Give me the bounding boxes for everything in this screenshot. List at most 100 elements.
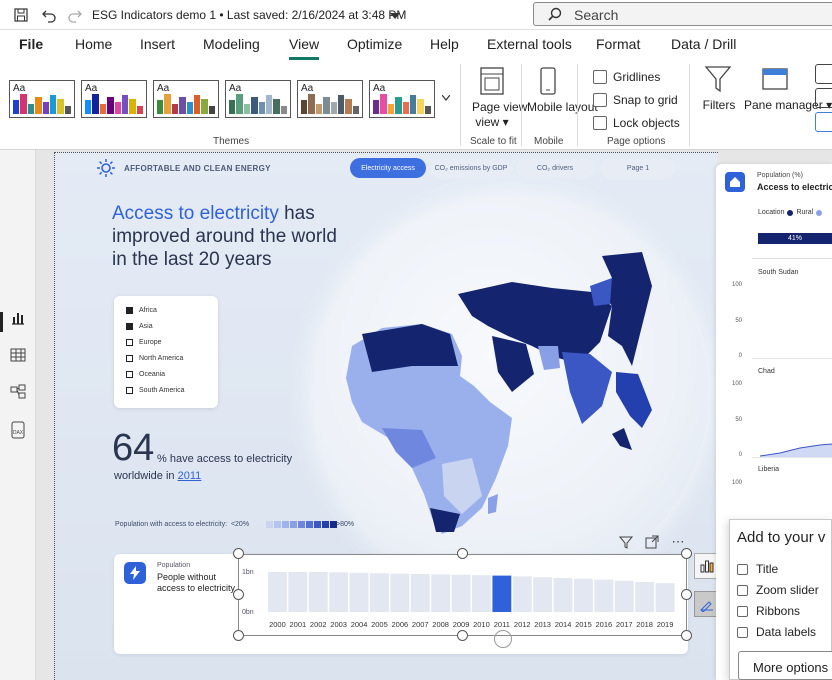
model-view-icon[interactable] [8,382,28,402]
bar-highlighted[interactable] [492,575,512,612]
bar[interactable] [512,576,532,612]
resize-handle-bottom-left[interactable] [233,630,244,641]
report-view-icon[interactable] [8,308,28,328]
menu-format[interactable]: Format [596,36,640,52]
mobile-layout-button[interactable]: Mobile layout [527,100,598,115]
rotate-handle[interactable] [494,630,512,648]
resize-handle-bottom[interactable] [457,630,468,641]
legend-item-asia[interactable]: Asia [126,323,153,330]
resize-handle-left[interactable] [233,589,244,600]
legend-checkbox[interactable] [126,387,133,394]
theme-swatch[interactable]: Aa [153,80,219,118]
gridlines-checkbox[interactable]: Gridlines [593,69,660,85]
checkbox-box[interactable] [737,605,748,617]
menu-insert[interactable]: Insert [140,36,175,52]
legend-item-oceania[interactable]: Oceania [126,371,165,378]
tab-co2-emissions[interactable]: CO₂ emissions by GDP [430,158,512,178]
bar[interactable] [451,574,471,612]
menu-modeling[interactable]: Modeling [203,36,260,52]
bar[interactable] [288,572,308,612]
lock-objects-checkbox[interactable]: Lock objects [593,115,680,131]
checkbox-box[interactable] [593,116,607,130]
bar[interactable] [329,572,349,612]
more-options-icon[interactable]: ⋯ [668,532,688,552]
people-without-access-bar-chart[interactable]: 1bn0bn2000 2001 2002 2003 2004 2005 2006 2007 20… [238,560,678,632]
dax-query-icon[interactable]: DAX [8,420,28,440]
legend-checkbox[interactable] [126,307,133,314]
legend-item-north-america[interactable]: North America [126,355,183,362]
legend-checkbox[interactable] [126,371,133,378]
bar[interactable] [594,579,614,612]
bar[interactable] [431,574,451,612]
page-view-button[interactable]: Page view view ▾ [472,100,527,130]
menu-optimize[interactable]: Optimize [347,36,402,52]
filter-funnel-icon[interactable] [704,64,732,94]
legend-item-south-america[interactable]: South America [126,387,185,394]
option-zoom-slider[interactable]: Zoom slider [737,583,819,597]
tab-page-1[interactable]: Page 1 [600,158,676,178]
dropdown-caret-icon[interactable] [386,7,404,25]
snap-to-grid-checkbox[interactable]: Snap to grid [593,92,678,108]
theme-swatch[interactable]: Aa [81,80,147,118]
bar[interactable] [614,580,634,612]
stat-year[interactable]: 2011 [178,470,202,482]
bar[interactable] [349,572,369,612]
themes-expand-chevron-icon[interactable] [440,88,452,108]
option-title[interactable]: Title [737,562,778,576]
filter-icon[interactable] [616,532,636,552]
bar[interactable] [370,573,389,612]
tab-electricity-access[interactable]: Electricity access [350,158,426,178]
focus-mode-icon[interactable] [642,532,662,552]
bar[interactable] [553,578,573,612]
bar[interactable] [308,572,328,612]
resize-handle-top[interactable] [457,548,468,559]
filters-button[interactable]: Filters [700,98,738,113]
legend-item-europe[interactable]: Europe [126,339,162,346]
legend-item-africa[interactable]: Africa [126,307,157,314]
resize-handle-top-left[interactable] [233,548,244,559]
option-ribbons[interactable]: Ribbons [737,604,800,618]
mobile-layout-icon[interactable] [538,66,558,96]
bar[interactable] [390,573,410,612]
document-title[interactable]: ESG Indicators demo 1 • Last saved: 2/16… [92,8,406,22]
menu-file[interactable]: File [19,36,43,52]
bar[interactable] [472,575,491,612]
pane-manager-icon[interactable] [761,66,789,94]
search-input[interactable]: Search [533,2,832,26]
option-data-labels[interactable]: Data labels [737,625,816,639]
resize-handle-bottom-right[interactable] [681,630,692,641]
menu-data-drill[interactable]: Data / Drill [671,36,736,52]
bar[interactable] [574,578,593,612]
undo-icon[interactable] [40,6,58,24]
legend-checkbox[interactable] [126,355,133,362]
tab-co2-drivers[interactable]: CO₂ drivers [516,158,594,178]
bar[interactable] [268,572,287,612]
checkbox-box[interactable] [737,626,748,638]
menu-external-tools[interactable]: External tools [487,36,572,52]
checkbox-box[interactable] [593,70,607,84]
table-view-icon[interactable] [8,345,28,365]
menu-home[interactable]: Home [75,36,112,52]
legend-checkbox[interactable] [126,339,133,346]
menu-help[interactable]: Help [430,36,459,52]
more-options-button[interactable]: More options [738,651,832,680]
theme-swatch[interactable]: Aa [297,80,363,118]
checkbox-box[interactable] [737,563,748,575]
ribbon-overflow-icons[interactable] [815,64,832,134]
menu-view[interactable]: View [289,36,319,52]
page-view-icon[interactable] [478,66,506,96]
legend-checkbox[interactable] [126,323,133,330]
pane-manager-button[interactable]: Pane manager ▾ [744,98,832,113]
bar[interactable] [410,574,430,612]
checkbox-box[interactable] [593,93,607,107]
bar[interactable] [655,583,675,612]
checkbox-box[interactable] [737,584,748,596]
theme-swatch[interactable]: Aa [9,80,75,118]
theme-swatch[interactable]: Aa [369,80,435,118]
save-icon[interactable] [12,6,30,24]
bar[interactable] [533,577,553,612]
redo-icon[interactable] [66,6,84,24]
bar[interactable] [635,582,655,612]
theme-swatch[interactable]: Aa [225,80,291,118]
resize-handle-right[interactable] [681,589,692,600]
